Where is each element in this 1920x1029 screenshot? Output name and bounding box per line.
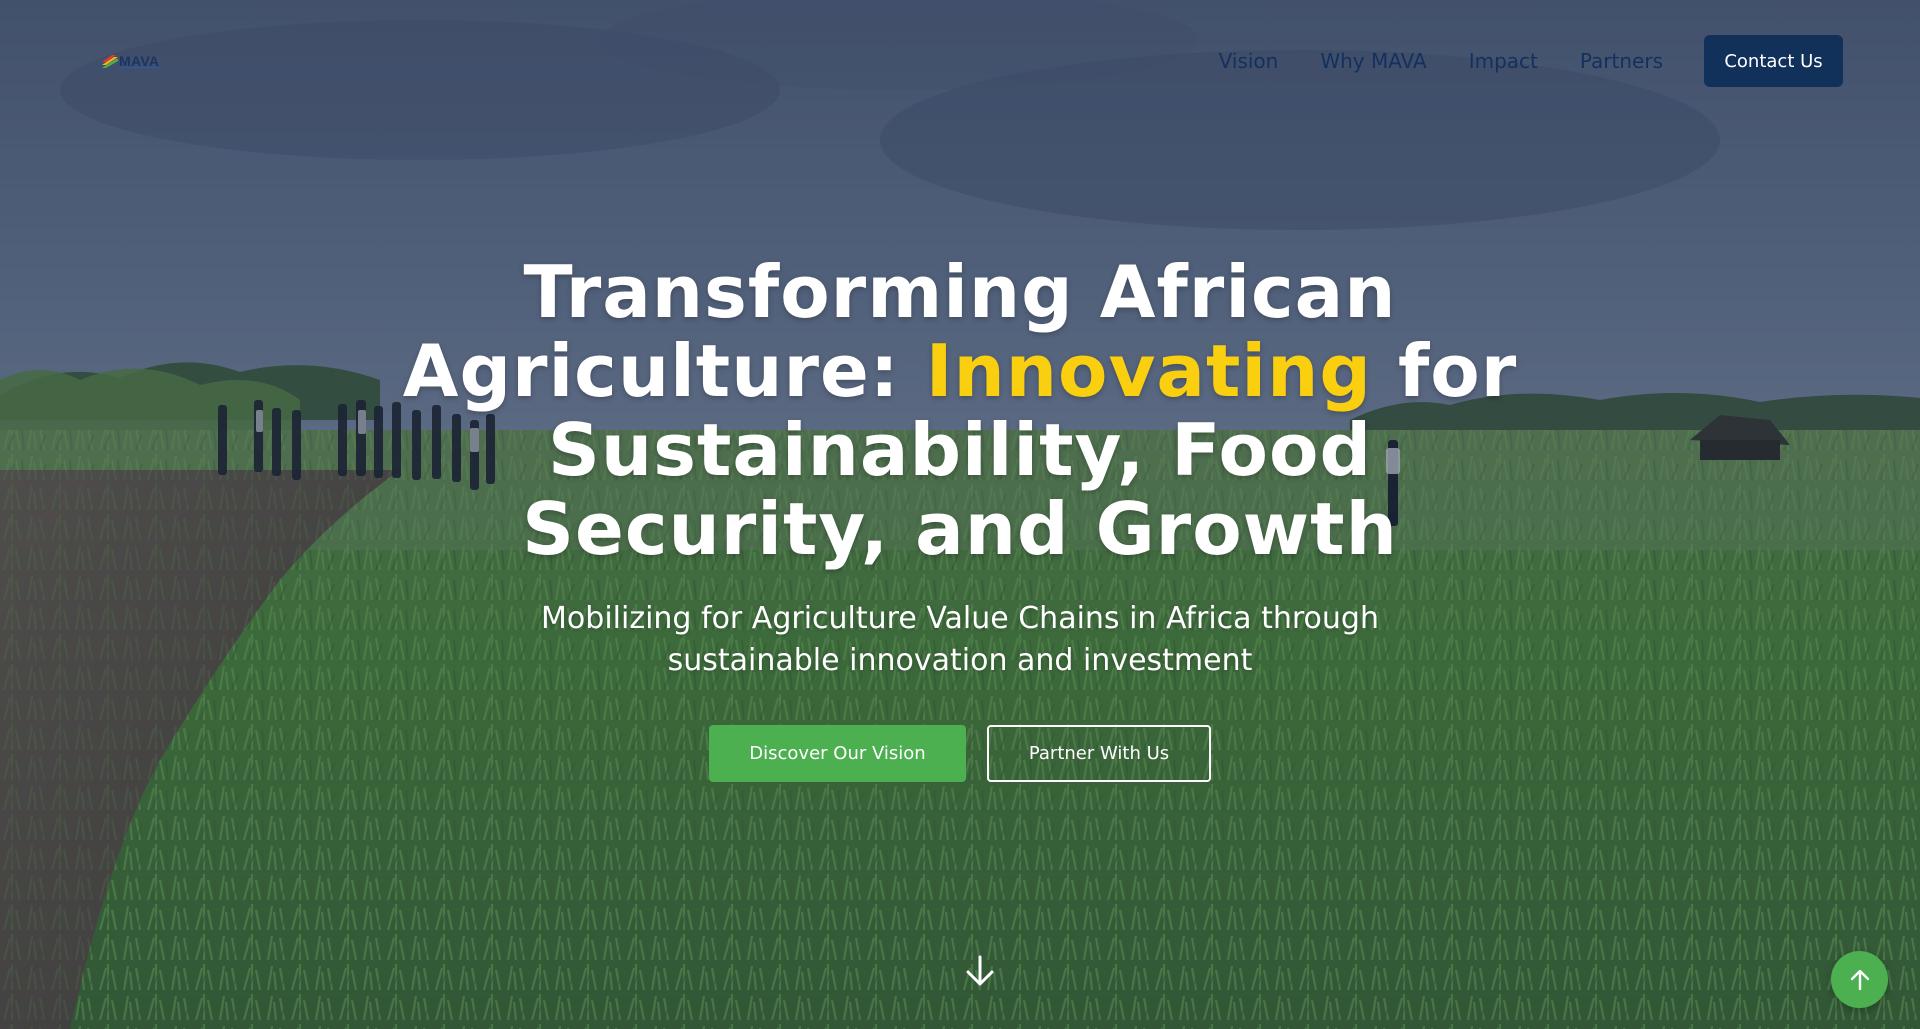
hero-headline: Transforming African Agriculture: Innova… bbox=[360, 253, 1560, 569]
nav-link-partners[interactable]: Partners bbox=[1580, 49, 1663, 73]
arrow-down-icon bbox=[962, 953, 998, 989]
hero-subtitle: Mobilizing for Agriculture Value Chains … bbox=[541, 601, 1379, 678]
hero-headline-accent: Innovating bbox=[925, 329, 1372, 413]
nav-link-impact[interactable]: Impact bbox=[1469, 49, 1538, 73]
mava-stripes-logo-icon bbox=[102, 54, 118, 68]
hero-section: MAVA Vision Why MAVA Impact Partners Con… bbox=[0, 0, 1920, 1029]
nav-link-why-mava[interactable]: Why MAVA bbox=[1320, 49, 1426, 73]
discover-vision-button[interactable]: Discover Our Vision bbox=[709, 725, 966, 782]
partner-with-us-button[interactable]: Partner With Us bbox=[987, 725, 1211, 782]
nav-link-vision[interactable]: Vision bbox=[1219, 49, 1279, 73]
nav-links: Vision Why MAVA Impact Partners bbox=[1219, 35, 1663, 87]
scroll-down-button[interactable] bbox=[962, 953, 998, 989]
contact-us-button[interactable]: Contact Us bbox=[1704, 35, 1843, 87]
back-to-top-button[interactable] bbox=[1831, 951, 1888, 1008]
brand-logo[interactable]: MAVA bbox=[102, 51, 159, 71]
brand-logo-text: MAVA bbox=[119, 53, 160, 69]
arrow-up-icon bbox=[1849, 969, 1871, 991]
navbar: MAVA Vision Why MAVA Impact Partners Con… bbox=[0, 35, 1920, 87]
